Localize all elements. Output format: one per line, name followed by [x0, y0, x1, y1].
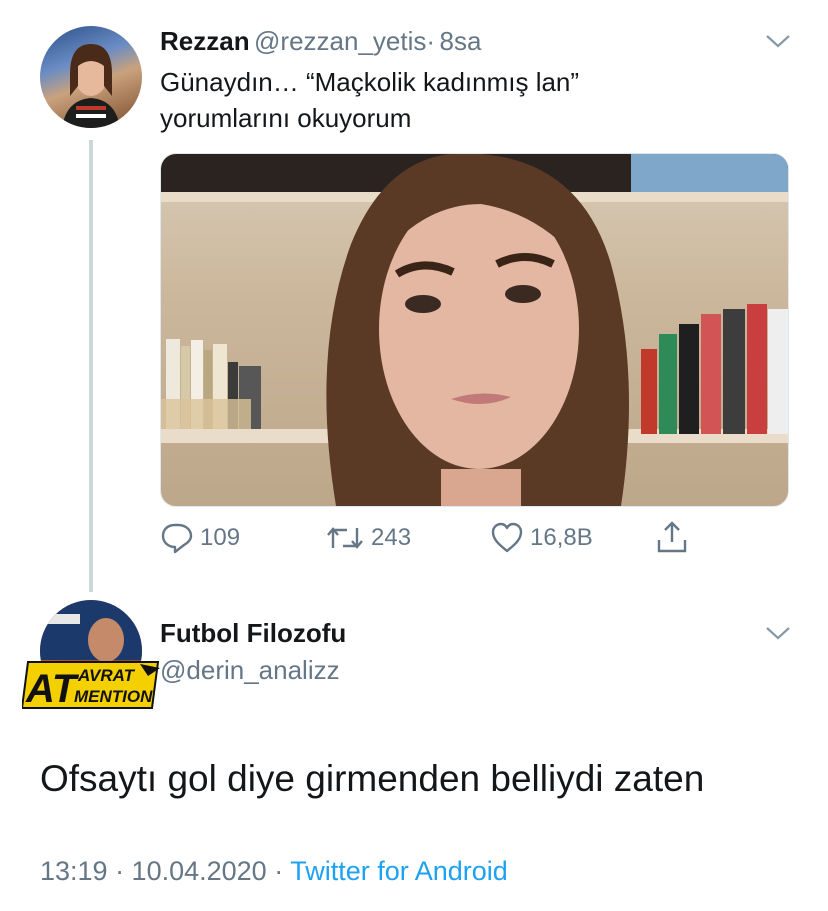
tweet-text-line: Günaydın… “Maçkolik kadınmış lan”	[160, 67, 580, 97]
user-handle[interactable]: @rezzan_yetis	[254, 26, 426, 56]
tweet-media[interactable]	[160, 153, 789, 507]
reply-count: 109	[200, 524, 241, 551]
svg-text:AVRAT: AVRAT	[77, 666, 136, 685]
svg-text:AT: AT	[25, 667, 80, 711]
like-count: 16,8B	[530, 524, 593, 551]
svg-text:MENTION: MENTION	[74, 687, 153, 706]
tweet-text: Ofsaytı gol diye girmenden belliydi zate…	[40, 758, 705, 799]
user-handle[interactable]: @derin_analizz	[160, 655, 340, 686]
time-ago[interactable]: 8sa	[440, 26, 482, 56]
avatar-badge-logo: AT AVRAT MENTION	[20, 658, 162, 712]
source-link[interactable]: Twitter for Android	[290, 856, 508, 886]
retweet-count: 243	[371, 524, 412, 551]
share-icon[interactable]	[655, 520, 689, 554]
tweet-text-line: yorumlarını okuyorum	[160, 103, 412, 133]
tweet-meta: 13:19 · 10.04.2020 · Twitter for Android	[40, 856, 508, 887]
display-name[interactable]: Rezzan	[160, 26, 250, 56]
retweet-button[interactable]: 243	[325, 522, 411, 554]
display-name[interactable]: Futbol Filozofu	[160, 618, 346, 649]
chevron-down-icon[interactable]	[765, 33, 791, 49]
chevron-down-icon[interactable]	[765, 625, 791, 641]
avatar-portrait	[62, 44, 120, 128]
timestamp[interactable]: 13:19 · 10.04.2020 ·	[40, 856, 283, 886]
retweet-icon	[327, 527, 363, 549]
avatar[interactable]	[40, 26, 142, 128]
like-button[interactable]: 16,8B	[490, 522, 593, 554]
reply-button[interactable]: 109	[160, 522, 240, 554]
reply-icon	[161, 523, 193, 554]
like-icon	[491, 522, 523, 553]
thread-line	[89, 140, 93, 592]
media-image	[161, 154, 788, 506]
separator: ·	[426, 26, 436, 56]
